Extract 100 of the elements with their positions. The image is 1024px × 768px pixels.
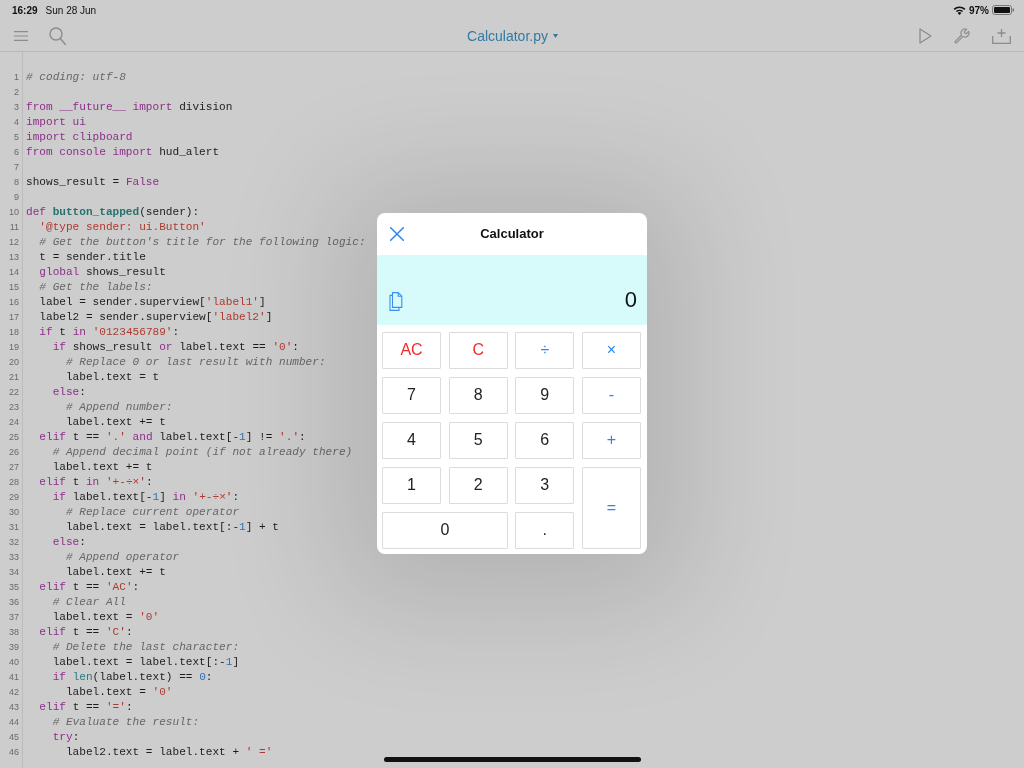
status-time: 16:29: [12, 4, 38, 16]
calculator-key[interactable]: +: [581, 421, 641, 459]
wifi-icon: [953, 5, 966, 15]
line-number: 36: [9, 597, 19, 607]
copy-icon[interactable]: [389, 291, 403, 311]
code-line: from __future__ import division: [26, 101, 233, 113]
code-line: label.text = label.text[:-1] + t: [65, 521, 279, 533]
calculator-key[interactable]: 4: [382, 421, 442, 459]
code-line: # coding: utf-8: [26, 71, 126, 83]
search-icon[interactable]: [49, 26, 66, 45]
line-number: 22: [9, 387, 19, 397]
line-number: 24: [9, 417, 19, 427]
code-line: label = sender.superview['label1']: [39, 296, 266, 308]
line-number: 16: [9, 297, 19, 307]
calculator-key[interactable]: 8: [448, 376, 508, 414]
wrench-icon[interactable]: [954, 27, 970, 44]
line-number: 27: [9, 462, 19, 472]
code-line: # Clear All: [52, 596, 126, 608]
code-line: from console import hud_alert: [26, 146, 220, 158]
code-line: def button_tapped(sender):: [26, 206, 200, 218]
code-line: label.text = label.text[:-1]: [52, 656, 240, 668]
code-line: # Append decimal point (if not already there): [52, 446, 353, 458]
calculator-key[interactable]: 9: [515, 376, 575, 414]
code-line: elif t == '.' and label.text[-1] != '.':: [39, 431, 306, 443]
code-line: label.text = '0': [65, 686, 173, 698]
line-number: 28: [9, 477, 19, 487]
code-line: label2 = sender.superview['label2']: [39, 311, 273, 323]
code-line: if label.text[-1] in '+-÷×':: [52, 491, 240, 503]
code-line: label2.text = label.text + ' =': [65, 746, 273, 758]
line-number: 20: [9, 357, 19, 367]
calculator-key[interactable]: 6: [515, 421, 575, 459]
code-line: shows_result = False: [26, 176, 160, 188]
calculator-key[interactable]: C: [448, 331, 508, 369]
calculator-key[interactable]: ×: [581, 331, 641, 369]
code-line: try:: [52, 731, 80, 743]
line-number: 39: [9, 642, 19, 652]
line-number: 18: [9, 327, 19, 337]
code-line: label.text += t: [65, 566, 166, 578]
code-line: # Delete the last character:: [52, 641, 240, 653]
line-number: 42: [9, 687, 19, 697]
code-line: # Replace 0 or last result with number:: [65, 356, 326, 368]
line-number: 11: [9, 222, 19, 232]
code-line: # Get the labels:: [39, 281, 153, 293]
code-line: else:: [52, 386, 86, 398]
calculator-key[interactable]: 0: [382, 511, 508, 549]
calculator-key[interactable]: 5: [448, 421, 508, 459]
line-number: 41: [9, 672, 19, 682]
calculator-key[interactable]: -: [581, 376, 641, 414]
code-line: global shows_result: [39, 266, 166, 278]
line-number: 26: [9, 447, 19, 457]
battery-percent: 97%: [969, 4, 989, 16]
line-number: 29: [9, 492, 19, 502]
code-line: # Get the button's title for the following logic:: [39, 236, 366, 248]
line-number: 15: [9, 282, 19, 292]
line-number: 12: [9, 237, 19, 247]
line-number: 32: [9, 537, 19, 547]
calculator-key[interactable]: =: [581, 466, 641, 549]
line-number: 35: [9, 582, 19, 592]
line-number: 21: [9, 372, 19, 382]
line-number: 9: [14, 192, 19, 202]
calculator-key[interactable]: 7: [382, 376, 442, 414]
code-line: # Replace current operator: [65, 506, 240, 518]
code-line: if len(label.text) == 0:: [52, 671, 213, 683]
line-number: 44: [9, 717, 19, 727]
code-line: import ui: [26, 116, 86, 128]
play-icon[interactable]: [919, 27, 932, 44]
line-number: 17: [9, 312, 19, 322]
line-number: 34: [9, 567, 19, 577]
line-number: 43: [9, 702, 19, 712]
calculator-key[interactable]: AC: [382, 331, 442, 369]
tray-icon[interactable]: [992, 27, 1011, 44]
code-line: elif t == 'AC':: [39, 581, 140, 593]
caret-icon: [552, 33, 558, 38]
status-date: Sun 28 Jun: [45, 4, 97, 16]
code-line: else:: [52, 536, 86, 548]
code-line: # Append number:: [65, 401, 173, 413]
line-number: 14: [9, 267, 19, 277]
line-number: 31: [9, 522, 19, 532]
battery-icon: [992, 5, 1014, 15]
close-icon[interactable]: [390, 226, 404, 241]
menu-icon[interactable]: [14, 30, 28, 41]
line-number: 30: [9, 507, 19, 517]
code-line: elif t == '=':: [39, 701, 133, 713]
calculator-key[interactable]: 3: [515, 466, 575, 504]
calculator-key[interactable]: 2: [448, 466, 508, 504]
line-number: 25: [9, 432, 19, 442]
code-line: elif t == 'C':: [39, 626, 133, 638]
code-line: # Append operator: [65, 551, 180, 563]
calculator-key[interactable]: 1: [382, 466, 442, 504]
line-number: 10: [9, 207, 19, 217]
line-number: 7: [14, 162, 19, 172]
code-line: label.text += t: [52, 461, 153, 473]
calculator-key[interactable]: ÷: [515, 331, 575, 369]
code-line: label.text = '0': [52, 611, 160, 623]
line-number: 3: [14, 102, 19, 112]
line-number: 23: [9, 402, 19, 412]
line-number: 2: [14, 87, 19, 97]
calculator-key[interactable]: .: [515, 511, 575, 549]
line-number: 4: [14, 117, 19, 127]
line-number: 13: [9, 252, 19, 262]
